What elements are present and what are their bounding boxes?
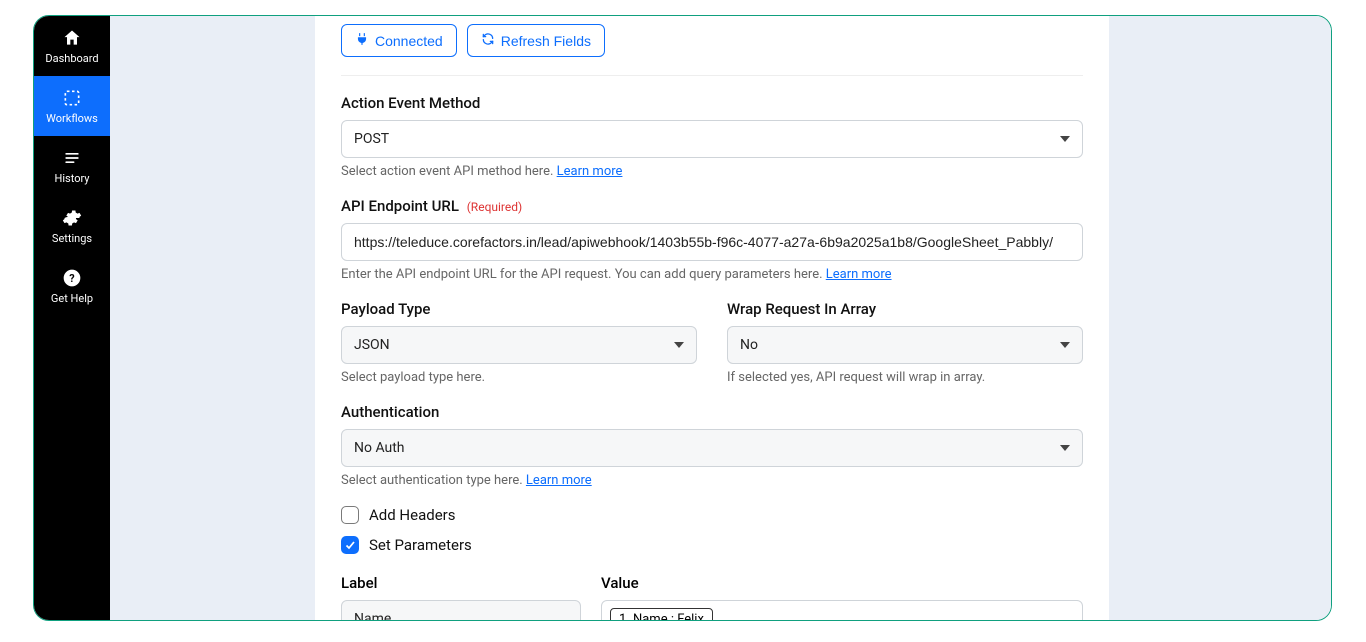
auth-select[interactable]: No Auth (341, 429, 1083, 467)
chevron-down-icon (1060, 445, 1070, 451)
plug-icon (355, 32, 369, 49)
help-icon: ? (61, 267, 83, 289)
sidebar: Dashboard Workflows History Settings ? G… (34, 16, 110, 620)
sidebar-item-label: History (55, 172, 90, 185)
endpoint-learn-more-link[interactable]: Learn more (826, 267, 892, 282)
auth-help: Select authentication type here. Learn m… (341, 473, 1083, 488)
refresh-fields-button-label: Refresh Fields (501, 33, 591, 49)
connected-button-label: Connected (375, 33, 443, 49)
payload-label: Payload Type (341, 300, 697, 318)
auth-select-value: No Auth (354, 440, 405, 456)
sidebar-item-label: Settings (52, 232, 92, 245)
param-label-title: Label (341, 574, 581, 592)
param-value-input[interactable]: 1. Name : Felix (601, 600, 1083, 620)
method-learn-more-link[interactable]: Learn more (557, 164, 623, 179)
sidebar-item-dashboard[interactable]: Dashboard (34, 16, 110, 76)
payload-select[interactable]: JSON (341, 326, 697, 364)
set-parameters-checkbox[interactable] (341, 536, 359, 554)
refresh-icon (481, 32, 495, 49)
payload-select-value: JSON (354, 337, 390, 353)
connected-button[interactable]: Connected (341, 24, 457, 57)
value-chip[interactable]: 1. Name : Felix (610, 608, 713, 621)
gear-icon (61, 207, 83, 229)
history-icon (61, 147, 83, 169)
auth-label: Authentication (341, 403, 1083, 421)
add-headers-checkbox[interactable] (341, 506, 359, 524)
sidebar-item-label: Dashboard (45, 52, 98, 65)
param-value-title: Value (601, 574, 1083, 592)
sidebar-item-gethelp[interactable]: ? Get Help (34, 256, 110, 316)
sidebar-item-history[interactable]: History (34, 136, 110, 196)
set-parameters-label: Set Parameters (369, 536, 472, 554)
param-label-input[interactable]: Name (341, 600, 581, 620)
form-card: Connected Refresh Fields Action Event Me… (315, 16, 1109, 620)
home-icon (61, 27, 83, 49)
payload-help: Select payload type here. (341, 370, 697, 385)
endpoint-input[interactable] (354, 234, 1070, 250)
wrap-help: If selected yes, API request will wrap i… (727, 370, 1083, 385)
sidebar-item-label: Get Help (51, 292, 93, 305)
wrap-label: Wrap Request In Array (727, 300, 1083, 318)
chevron-down-icon (1060, 342, 1070, 348)
required-badge: (Required) (467, 200, 522, 214)
sidebar-item-label: Workflows (46, 112, 98, 125)
chevron-down-icon (674, 342, 684, 348)
refresh-fields-button[interactable]: Refresh Fields (467, 24, 605, 57)
endpoint-help: Enter the API endpoint URL for the API r… (341, 267, 1083, 282)
auth-learn-more-link[interactable]: Learn more (526, 473, 592, 488)
method-select-value: POST (354, 131, 389, 147)
endpoint-input-wrapper (341, 223, 1083, 261)
wrap-select[interactable]: No (727, 326, 1083, 364)
wrap-select-value: No (740, 337, 758, 353)
method-help: Select action event API method here. Lea… (341, 164, 1083, 179)
sidebar-item-workflows[interactable]: Workflows (34, 76, 110, 136)
method-label: Action Event Method (341, 94, 1083, 112)
content-area: Connected Refresh Fields Action Event Me… (110, 16, 1331, 620)
workflows-icon (61, 87, 83, 109)
method-select[interactable]: POST (341, 120, 1083, 158)
add-headers-label: Add Headers (369, 506, 455, 524)
chevron-down-icon (1060, 136, 1070, 142)
svg-text:?: ? (69, 272, 74, 285)
sidebar-item-settings[interactable]: Settings (34, 196, 110, 256)
endpoint-label: API Endpoint URL (Required) (341, 197, 1083, 215)
divider (341, 75, 1083, 76)
